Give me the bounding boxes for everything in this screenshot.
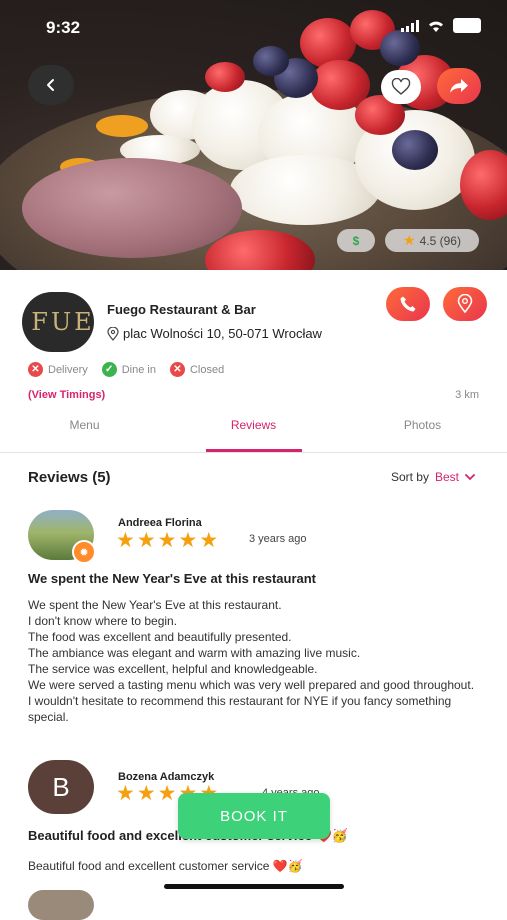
strawberry <box>205 62 245 92</box>
service-delivery: ✕ Delivery <box>28 362 88 377</box>
heart-icon <box>391 78 411 95</box>
distance-text: 3 km <box>455 389 479 401</box>
restaurant-name: Fuego Restaurant & Bar <box>107 302 256 317</box>
status-icons <box>401 18 481 33</box>
share-icon <box>450 79 468 93</box>
restaurant-address: plac Wolności 10, 50-071 Wrocław <box>107 326 322 341</box>
rating-text: 4.5 (96) <box>419 233 461 248</box>
back-button[interactable] <box>28 65 74 105</box>
restaurant-logo: FUE <box>22 292 94 352</box>
reviewer-name: Andreea Florina <box>118 517 202 529</box>
blueberry <box>392 130 438 170</box>
view-timings-link[interactable]: (View Timings) <box>28 389 105 401</box>
star-icon: ★ <box>116 529 135 552</box>
star-icon: ★ <box>403 232 416 248</box>
call-button[interactable] <box>386 287 430 321</box>
ice-cream-scoop <box>22 158 242 258</box>
battery-icon <box>453 18 481 33</box>
tab-photos[interactable]: Photos <box>338 412 507 452</box>
review-title: We spent the New Year's Eve at this rest… <box>28 571 316 586</box>
star-icon: ★ <box>157 529 177 552</box>
star-icon: ★ <box>136 782 156 805</box>
unavailable-x-icon: ✕ <box>169 362 185 377</box>
favorite-button[interactable] <box>381 70 421 104</box>
tab-bar: Menu Reviews Photos <box>0 412 507 453</box>
share-button[interactable] <box>437 68 481 104</box>
home-indicator[interactable] <box>164 884 344 889</box>
orange-slice <box>96 115 148 137</box>
map-pin-icon <box>457 294 473 314</box>
review-time: 3 years ago <box>249 533 307 545</box>
reviewer-badge-icon: ✹ <box>72 540 96 564</box>
signal-icon <box>401 19 419 32</box>
star-icon: ★ <box>199 529 219 552</box>
tab-menu[interactable]: Menu <box>0 412 169 452</box>
price-level-badge: $ <box>337 229 375 252</box>
status-time: 9:32 <box>46 18 81 37</box>
star-icon: ★ <box>178 529 198 552</box>
blueberry <box>380 30 420 66</box>
star-rating: ★★★★★ <box>116 530 218 551</box>
service-options: ✕ Delivery ✓ Dine in ✕ Closed <box>28 362 224 377</box>
star-icon: ★ <box>136 529 156 552</box>
sort-value[interactable]: Best <box>435 470 459 484</box>
chevron-left-icon <box>47 79 54 91</box>
review-body: We spent the New Year's Eve at this rest… <box>28 598 475 724</box>
service-dine-in: ✓ Dine in <box>101 362 156 377</box>
book-button[interactable]: BOOK IT <box>178 793 330 839</box>
sort-control[interactable]: Sort by Best <box>391 470 475 484</box>
review-body: Beautiful food and excellent customer se… <box>28 859 303 873</box>
star-icon: ★ <box>157 782 177 805</box>
phone-icon <box>400 296 416 312</box>
address-text: plac Wolności 10, 50-071 Wrocław <box>123 326 322 341</box>
location-pin-icon <box>107 326 119 341</box>
blueberry <box>253 46 289 76</box>
tab-reviews[interactable]: Reviews <box>169 412 338 452</box>
active-tab-indicator <box>206 449 302 452</box>
unavailable-x-icon: ✕ <box>28 362 43 377</box>
available-check-icon: ✓ <box>101 362 117 377</box>
chevron-down-icon <box>465 474 475 481</box>
sort-label: Sort by <box>390 470 429 484</box>
rating-badge: ★ 4.5 (96) <box>385 229 479 252</box>
reviews-heading: Reviews (5) <box>28 469 111 486</box>
star-icon: ★ <box>116 782 135 805</box>
wifi-icon <box>429 21 443 32</box>
directions-button[interactable] <box>443 287 487 321</box>
hero-image: 9:32 $ ★ 4.5 (96) <box>0 0 507 270</box>
service-closed: ✕ Closed <box>169 362 224 377</box>
avatar: B <box>28 760 94 814</box>
avatar <box>28 890 94 920</box>
dollar-icon: $ <box>352 233 360 248</box>
